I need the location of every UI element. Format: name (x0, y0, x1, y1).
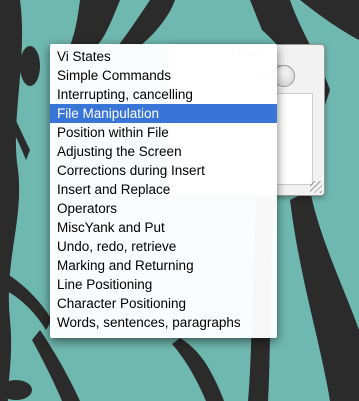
menu-item[interactable]: Corrections during Insert (50, 161, 277, 180)
resize-grip-icon[interactable] (310, 181, 322, 193)
menu-item[interactable]: Simple Commands (50, 66, 277, 85)
menu-item[interactable]: Line Positioning (50, 275, 277, 294)
menu-item[interactable]: Vi States (50, 47, 277, 66)
menu-item[interactable]: Interrupting, cancelling (50, 85, 277, 104)
menu-item[interactable]: Position within File (50, 123, 277, 142)
menu-item[interactable]: Operators (50, 199, 277, 218)
menu-item[interactable]: MiscYank and Put (50, 218, 277, 237)
menu-item[interactable]: Adjusting the Screen (50, 142, 277, 161)
menu-item[interactable]: Character Positioning (50, 294, 277, 313)
menu-item[interactable]: Marking and Returning (50, 256, 277, 275)
menu-item[interactable]: File Manipulation (50, 104, 277, 123)
menu-item[interactable]: Words, sentences, paragraphs (50, 313, 277, 332)
menu-item[interactable]: Undo, redo, retrieve (50, 237, 277, 256)
popup-menu: Vi States Simple Commands Interrupting, ca… (50, 44, 277, 338)
menu-item[interactable]: Insert and Replace (50, 180, 277, 199)
